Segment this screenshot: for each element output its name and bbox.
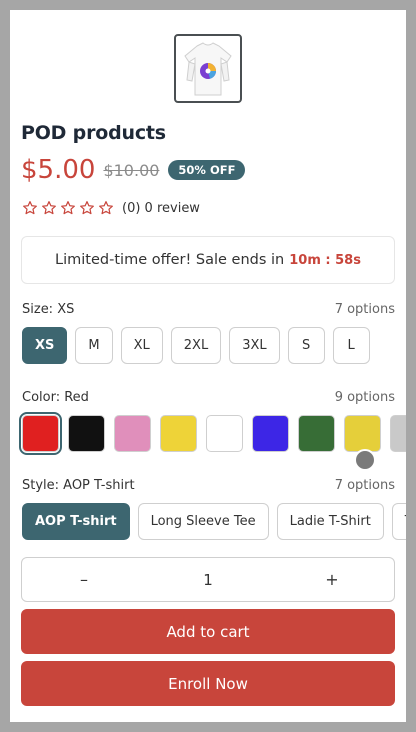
original-price: $10.00: [103, 160, 160, 180]
style-label: Style: AOP T-shirt: [22, 478, 135, 493]
enroll-now-button[interactable]: Enroll Now: [21, 661, 395, 706]
size-header: Size: XS 7 options: [22, 302, 395, 317]
size-options-count: 7 options: [334, 302, 395, 317]
countdown-timer: 10m : 58s: [289, 252, 361, 268]
size-option-xs[interactable]: XS: [22, 327, 68, 364]
size-option-m[interactable]: M: [75, 327, 113, 364]
color-swatch[interactable]: [390, 415, 406, 452]
size-option-2xl[interactable]: 2XL: [170, 327, 222, 364]
quantity-value[interactable]: 1: [146, 571, 270, 589]
quantity-stepper: – 1 +: [21, 557, 395, 602]
size-option-xl[interactable]: XL: [120, 327, 163, 364]
star-outline-icon: [99, 201, 113, 215]
size-option-s[interactable]: S: [287, 327, 325, 364]
color-swatch[interactable]: [160, 415, 197, 452]
star-outline-icon: [23, 201, 37, 215]
increase-quantity-button[interactable]: +: [270, 570, 394, 589]
color-header: Color: Red 9 options: [22, 390, 395, 405]
limited-offer-banner: Limited-time offer! Sale ends in 10m : 5…: [21, 236, 395, 284]
style-header: Style: AOP T-shirt 7 options: [22, 478, 395, 493]
rating-stars: [22, 200, 114, 216]
scroll-handle[interactable]: [354, 449, 376, 471]
star-outline-icon: [61, 201, 75, 215]
add-to-cart-button[interactable]: Add to cart: [21, 609, 395, 654]
style-options-count: 7 options: [334, 478, 395, 493]
size-option-3xl[interactable]: 3XL: [229, 327, 280, 364]
color-options: [19, 412, 406, 455]
color-swatch[interactable]: [252, 415, 289, 452]
color-swatch[interactable]: [206, 415, 243, 452]
color-label: Color: Red: [22, 390, 89, 405]
style-options: AOP T-shirtLong Sleeve TeeLadie T-ShirtT: [22, 503, 406, 540]
style-option[interactable]: T: [391, 503, 406, 540]
price-row: $5.00 $10.00 50% OFF: [21, 155, 246, 185]
star-outline-icon: [42, 201, 56, 215]
color-swatch[interactable]: [19, 412, 62, 455]
size-options: XS M XL 2XL 3XL S L: [22, 327, 370, 364]
style-option[interactable]: AOP T-shirt: [22, 503, 130, 540]
product-thumbnail[interactable]: [174, 34, 242, 103]
product-card: POD products $5.00 $10.00 50% OFF (0) 0 …: [10, 10, 406, 722]
color-swatch[interactable]: [114, 415, 151, 452]
rating-row[interactable]: (0) 0 review: [22, 200, 200, 216]
color-swatch[interactable]: [298, 415, 335, 452]
decrease-quantity-button[interactable]: –: [22, 570, 146, 589]
star-outline-icon: [80, 201, 94, 215]
color-swatch[interactable]: [344, 415, 381, 452]
review-count[interactable]: (0) 0 review: [122, 201, 200, 216]
current-price: $5.00: [21, 155, 96, 185]
product-title: POD products: [21, 122, 166, 144]
style-option[interactable]: Ladie T-Shirt: [276, 503, 384, 540]
color-options-count: 9 options: [334, 390, 395, 405]
size-option-l[interactable]: L: [332, 327, 370, 364]
offer-text: Limited-time offer! Sale ends in: [55, 252, 285, 268]
discount-badge: 50% OFF: [168, 160, 246, 180]
tshirt-thumbnail-icon: [184, 41, 232, 95]
color-swatch[interactable]: [68, 415, 105, 452]
size-label: Size: XS: [22, 302, 75, 317]
style-option[interactable]: Long Sleeve Tee: [137, 503, 269, 540]
